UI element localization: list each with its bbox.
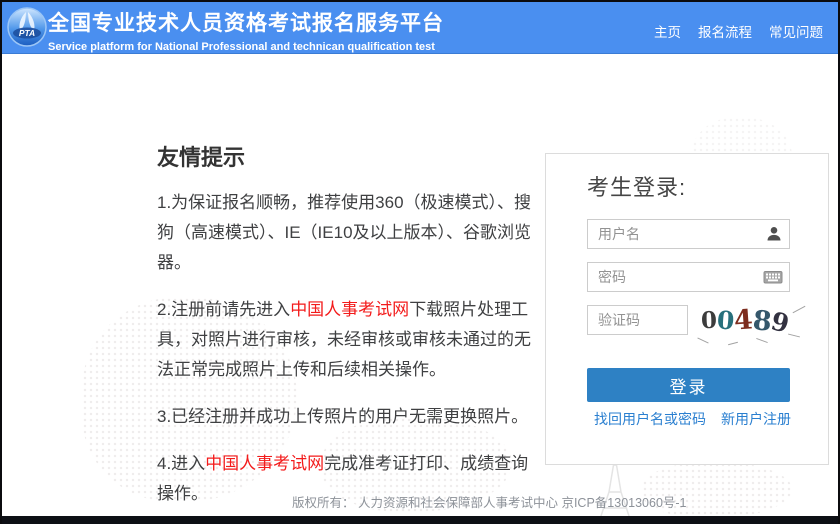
nav-faq[interactable]: 常见问题 [769, 21, 823, 41]
tip-1-text: 1.为保证报名顺畅，推荐使用360（极速模式）、搜狗（高速模式）、IE（IE10… [157, 193, 531, 272]
username-field [587, 219, 790, 249]
nav-home[interactable]: 主页 [654, 21, 681, 41]
captcha-noise [788, 334, 800, 338]
tip-4-china-personnel-exam-link[interactable]: 中国人事考试网 [205, 454, 324, 473]
page: PTA 全国专业技术人员资格考试报名服务平台 Service platform … [0, 0, 840, 524]
captcha-noise [728, 342, 738, 346]
login-button[interactable]: 登录 [587, 368, 790, 402]
tip-2-text: 2.注册前请先进入 [157, 300, 290, 319]
tip-4-text: 4.进入 [157, 454, 205, 473]
tips-section: 友情提示 1.为保证报名顺畅，推荐使用360（极速模式）、搜狗（高速模式）、IE… [157, 140, 535, 524]
password-input[interactable] [587, 262, 790, 292]
header-bar: PTA 全国专业技术人员资格考试报名服务平台 Service platform … [2, 2, 838, 54]
nav-registration-process[interactable]: 报名流程 [698, 21, 752, 41]
captcha-digits: 00489 [701, 313, 789, 332]
tips-heading: 友情提示 [157, 140, 535, 172]
tip-2: 2.注册前请先进入中国人事考试网下载照片处理工具，对照片进行审核，未经审核或审核… [157, 295, 535, 385]
login-panel: 考生登录: [545, 153, 829, 465]
captcha-input[interactable] [587, 305, 688, 335]
username-input[interactable] [587, 219, 790, 249]
page-subtitle: Service platform for National Profession… [48, 41, 444, 53]
login-title: 考生登录: [587, 170, 686, 202]
forgot-credentials-link[interactable]: 找回用户名或密码 [594, 409, 706, 429]
top-nav: 主页 报名流程 常见问题 [654, 21, 823, 41]
captcha-field [587, 305, 688, 335]
tip-2-china-personnel-exam-link[interactable]: 中国人事考试网 [290, 300, 409, 319]
copyright-text: 版权所有： 人力资源和社会保障部人事考试中心 京ICP备13013060号-1 [292, 492, 687, 511]
user-icon [765, 225, 783, 243]
tip-1: 1.为保证报名顺畅，推荐使用360（极速模式）、搜狗（高速模式）、IE（IE10… [157, 188, 535, 278]
pta-logo-icon: PTA [7, 7, 47, 47]
logo-text: PTA [19, 28, 35, 38]
keyboard-icon [763, 270, 783, 285]
captcha-noise [793, 306, 806, 313]
password-field [587, 262, 790, 292]
page-title: 全国专业技术人员资格考试报名服务平台 [48, 7, 444, 37]
login-links: 找回用户名或密码 新用户注册 [594, 409, 791, 429]
captcha-image[interactable]: 00489 [698, 300, 800, 342]
tip-3-text: 3.已经注册并成功上传照片的用户无需更换照片。 [157, 407, 528, 426]
header-titles: 全国专业技术人员资格考试报名服务平台 Service platform for … [48, 7, 444, 53]
tip-3: 3.已经注册并成功上传照片的用户无需更换照片。 [157, 402, 535, 432]
register-link[interactable]: 新用户注册 [721, 409, 791, 429]
bottom-bar [0, 516, 840, 524]
